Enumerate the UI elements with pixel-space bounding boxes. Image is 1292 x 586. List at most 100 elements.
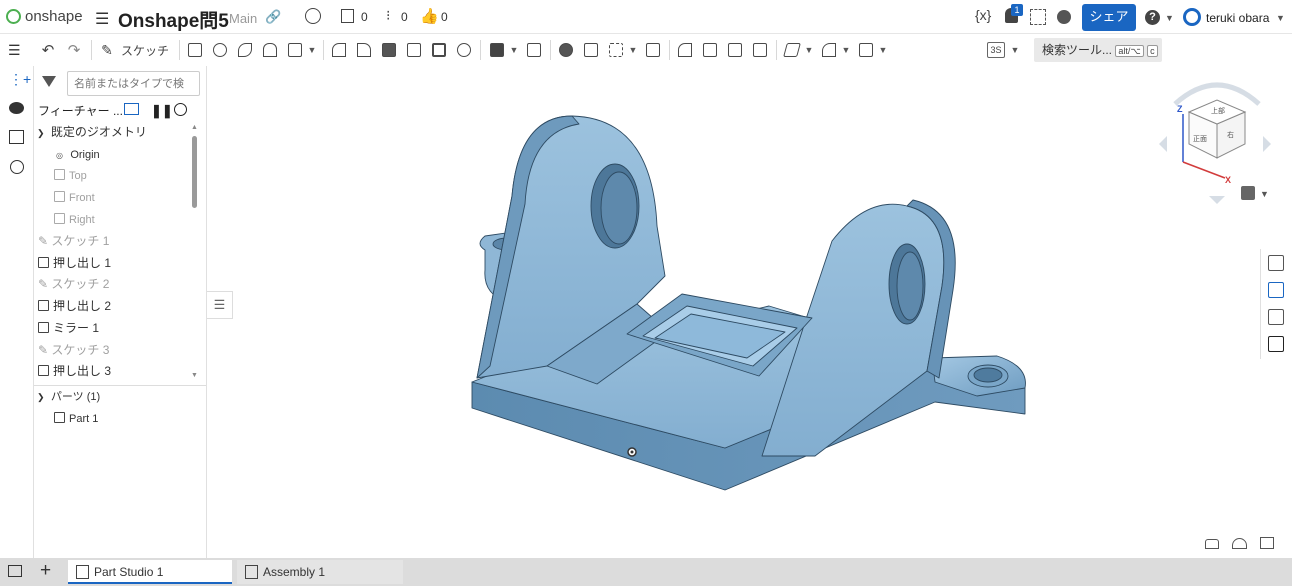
chamfer-icon[interactable] bbox=[355, 39, 373, 61]
loft-icon[interactable] bbox=[261, 39, 279, 61]
globe-icon[interactable] bbox=[305, 8, 321, 24]
thicken-icon[interactable] bbox=[286, 39, 304, 61]
delete-face-icon[interactable] bbox=[701, 39, 719, 61]
feature-item-sketch-1[interactable]: ✎ スケッチ 1 bbox=[38, 231, 109, 251]
shell-icon[interactable] bbox=[430, 39, 448, 61]
hamburger-menu-icon[interactable]: ☰ bbox=[95, 9, 109, 29]
redo-icon[interactable]: ↷ bbox=[65, 39, 83, 61]
add-folder-icon[interactable] bbox=[124, 103, 139, 115]
stopwatch-icon[interactable] bbox=[174, 103, 187, 116]
feature-item-extrude-1[interactable]: 押し出し 1 bbox=[38, 253, 111, 273]
part-item[interactable]: Part 1 bbox=[54, 408, 98, 428]
onshape-logo-icon[interactable] bbox=[6, 9, 21, 24]
insert-feature-icon[interactable]: ⋮+ bbox=[9, 71, 31, 88]
feature-item-mirror-1[interactable]: ミラー 1 bbox=[38, 318, 99, 338]
units-chevron-icon[interactable]: ▼ bbox=[1009, 39, 1021, 61]
user-avatar-icon[interactable] bbox=[1183, 8, 1201, 26]
section-view-icon[interactable] bbox=[1268, 282, 1284, 298]
view-cube-right-face[interactable]: 右 bbox=[1227, 130, 1234, 140]
scroll-down-icon[interactable]: ▼ bbox=[191, 372, 198, 379]
learning-center-icon[interactable] bbox=[1057, 10, 1071, 24]
sheet-metal-icon[interactable] bbox=[857, 39, 875, 61]
hole-icon[interactable] bbox=[455, 39, 473, 61]
view-cube-top-face[interactable]: 上部 bbox=[1211, 106, 1225, 116]
geometry-item-front[interactable]: Front bbox=[54, 187, 95, 207]
document-title[interactable]: Onshape問5 bbox=[118, 6, 229, 33]
revolve-icon[interactable] bbox=[211, 39, 229, 61]
boolean-icon[interactable] bbox=[557, 39, 575, 61]
feature-item-extrude-3[interactable]: 押し出し 3 bbox=[38, 361, 111, 381]
plane-icon[interactable] bbox=[783, 39, 801, 61]
tab-manager-icon[interactable] bbox=[8, 565, 22, 577]
collapse-chevron-icon[interactable]: ❯ bbox=[37, 392, 45, 402]
part-model-render[interactable] bbox=[207, 66, 1292, 558]
share-button[interactable]: シェア bbox=[1082, 4, 1136, 31]
graphics-viewport[interactable]: 上部 正面 右 Z X ▼ bbox=[207, 66, 1292, 558]
tab-part-studio-1[interactable]: Part Studio 1 bbox=[68, 560, 232, 584]
pause-rollback-icon[interactable]: ❚❚ bbox=[151, 103, 173, 119]
pattern-icon[interactable] bbox=[488, 39, 506, 61]
filter-icon[interactable] bbox=[42, 76, 56, 87]
delete-part-icon[interactable] bbox=[644, 39, 662, 61]
move-face-icon[interactable] bbox=[726, 39, 744, 61]
history-timer-icon[interactable] bbox=[10, 160, 24, 174]
like-icon[interactable]: 👍 bbox=[420, 7, 439, 25]
thicken-chevron-icon[interactable]: ▼ bbox=[306, 39, 318, 61]
scroll-up-icon[interactable]: ▲ bbox=[191, 124, 198, 131]
feature-list-icon[interactable]: ☰ bbox=[8, 42, 21, 59]
mass-properties-icon[interactable] bbox=[1205, 539, 1219, 549]
feature-item-sketch-2[interactable]: ✎ スケッチ 2 bbox=[38, 274, 109, 294]
user-menu-chevron-icon[interactable]: ▼ bbox=[1276, 13, 1285, 23]
view-options-chevron-icon[interactable]: ▼ bbox=[1260, 189, 1269, 199]
default-geometry-folder[interactable]: ❯ 既定のジオメトリ bbox=[37, 122, 147, 142]
search-tools-button[interactable]: 検索ツール... alt/⌥ c bbox=[1034, 38, 1162, 62]
replace-face-icon[interactable] bbox=[751, 39, 769, 61]
split-icon[interactable] bbox=[582, 39, 600, 61]
feature-search-input[interactable] bbox=[67, 71, 200, 96]
comments-icon[interactable] bbox=[9, 102, 24, 114]
explode-view-icon[interactable] bbox=[1268, 309, 1284, 325]
view-cube-front-face[interactable]: 正面 bbox=[1193, 134, 1207, 144]
draft-icon[interactable] bbox=[380, 39, 398, 61]
sketch-pencil-icon[interactable]: ✎ bbox=[99, 39, 115, 61]
sheet-metal-chevron-icon[interactable]: ▼ bbox=[877, 39, 889, 61]
surface-icon[interactable] bbox=[820, 39, 838, 61]
sketch-button[interactable]: スケッチ bbox=[119, 39, 171, 61]
print-icon[interactable] bbox=[1260, 537, 1274, 549]
parts-folder[interactable]: ❯ パーツ (1) bbox=[37, 386, 100, 406]
feature-item-extrude-2[interactable]: 押し出し 2 bbox=[38, 296, 111, 316]
link-icon[interactable]: 🔗 bbox=[265, 9, 281, 25]
undo-icon[interactable]: ↶ bbox=[39, 39, 57, 61]
fillet-icon[interactable] bbox=[330, 39, 348, 61]
variables-icon[interactable]: {x} bbox=[975, 7, 991, 23]
modify-fillet-icon[interactable] bbox=[676, 39, 694, 61]
logo-text[interactable]: onshape bbox=[25, 8, 83, 25]
scroll-thumb[interactable] bbox=[192, 136, 197, 208]
tab-assembly-1[interactable]: Assembly 1 bbox=[237, 560, 403, 584]
transform-icon[interactable] bbox=[607, 39, 625, 61]
geometry-item-top[interactable]: Top bbox=[54, 165, 87, 185]
transform-chevron-icon[interactable]: ▼ bbox=[627, 39, 639, 61]
branch-icon[interactable]: ⁝ bbox=[386, 7, 390, 24]
sweep-icon[interactable] bbox=[236, 39, 254, 61]
collapse-chevron-icon[interactable]: ❯ bbox=[37, 128, 45, 138]
surface-chevron-icon[interactable]: ▼ bbox=[840, 39, 852, 61]
units-icon[interactable]: 3S bbox=[987, 42, 1005, 58]
feature-item-sketch-3[interactable]: ✎ スケッチ 3 bbox=[38, 340, 109, 360]
rib-icon[interactable] bbox=[405, 39, 423, 61]
geometry-item-origin[interactable]: ◎ Origin bbox=[56, 144, 100, 164]
branch-label[interactable]: Main bbox=[229, 11, 257, 26]
parts-icon[interactable] bbox=[9, 130, 24, 144]
named-views-icon[interactable] bbox=[1268, 336, 1284, 352]
add-tab-icon[interactable]: + bbox=[40, 560, 51, 582]
mirror-icon[interactable] bbox=[525, 39, 543, 61]
versions-icon[interactable] bbox=[341, 9, 354, 23]
measure-icon[interactable] bbox=[1232, 538, 1247, 549]
feature-list-scrollbar[interactable]: ▲ ▼ bbox=[191, 124, 198, 382]
help-icon[interactable]: ? bbox=[1145, 10, 1160, 25]
app-store-icon[interactable] bbox=[1030, 9, 1046, 25]
user-name[interactable]: teruki obara bbox=[1206, 11, 1269, 25]
help-chevron-icon[interactable]: ▼ bbox=[1165, 13, 1174, 23]
extrude-icon[interactable] bbox=[186, 39, 204, 61]
pattern-chevron-icon[interactable]: ▼ bbox=[508, 39, 520, 61]
